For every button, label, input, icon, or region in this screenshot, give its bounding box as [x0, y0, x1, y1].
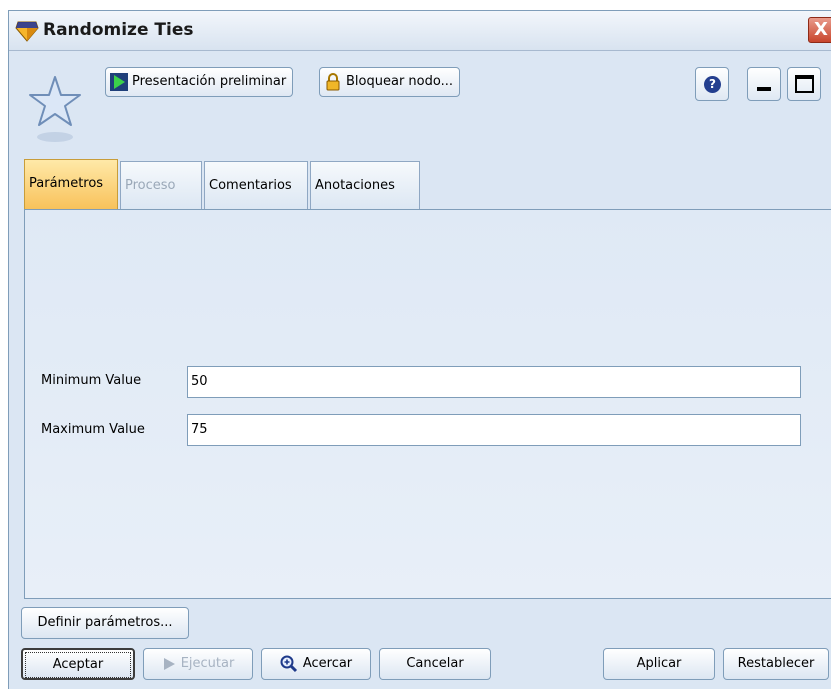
apply-button[interactable]: Aplicar: [603, 648, 715, 680]
ok-label: Aceptar: [25, 652, 131, 678]
close-button[interactable]: X: [808, 17, 831, 43]
padlock-icon: [326, 73, 340, 91]
zoom-in-button[interactable]: Acercar: [261, 648, 371, 680]
play-icon: [163, 658, 175, 670]
min-value-field[interactable]: 50: [187, 366, 801, 398]
define-parameters-button[interactable]: Definir parámetros...: [21, 607, 189, 639]
preview-label: Presentación preliminar: [132, 74, 287, 89]
play-green-icon: [110, 73, 128, 91]
node-diamond-icon: [15, 21, 39, 42]
zoom-label: Acercar: [302, 656, 353, 671]
star-icon: [29, 76, 81, 142]
lock-node-button[interactable]: Bloquear nodo...: [319, 67, 460, 97]
dialog-window: Randomize Ties X Presentación preliminar…: [8, 10, 831, 689]
tab-anotaciones[interactable]: Anotaciones: [310, 161, 420, 209]
tab-parametros[interactable]: Parámetros: [24, 159, 118, 209]
run-button: Ejecutar: [143, 648, 253, 680]
title-bar[interactable]: Randomize Ties X: [9, 11, 831, 51]
preview-button[interactable]: Presentación preliminar: [105, 67, 294, 97]
lock-label: Bloquear nodo...: [346, 74, 453, 89]
cancel-button[interactable]: Cancelar: [379, 648, 491, 680]
magnifier-icon: [280, 655, 297, 673]
reset-label: Restablecer: [737, 656, 815, 671]
tab-label: Parámetros: [29, 176, 104, 191]
tab-comentarios[interactable]: Comentarios: [204, 161, 308, 209]
minimize-button[interactable]: [747, 67, 781, 101]
maximize-icon: [795, 75, 814, 93]
tab-proceso: Proceso: [120, 161, 202, 209]
tab-label: Anotaciones: [315, 178, 395, 193]
help-icon: ?: [704, 76, 721, 93]
maximize-button[interactable]: [787, 67, 821, 101]
run-label: Ejecutar: [180, 656, 235, 671]
window-title: Randomize Ties: [43, 20, 194, 40]
parameters-panel: Minimum Value 50 Maximum Value 75: [24, 209, 831, 599]
help-button[interactable]: ?: [695, 67, 729, 101]
max-value-field[interactable]: 75: [187, 414, 801, 446]
min-value-label: Minimum Value: [41, 373, 142, 388]
reset-button[interactable]: Restablecer: [723, 648, 829, 680]
tab-label: Comentarios: [209, 178, 292, 193]
minimize-icon: [757, 87, 771, 91]
apply-label: Aplicar: [636, 656, 682, 671]
ok-button[interactable]: Aceptar: [21, 648, 135, 680]
tab-label: Proceso: [125, 178, 176, 193]
max-value-label: Maximum Value: [41, 422, 145, 437]
